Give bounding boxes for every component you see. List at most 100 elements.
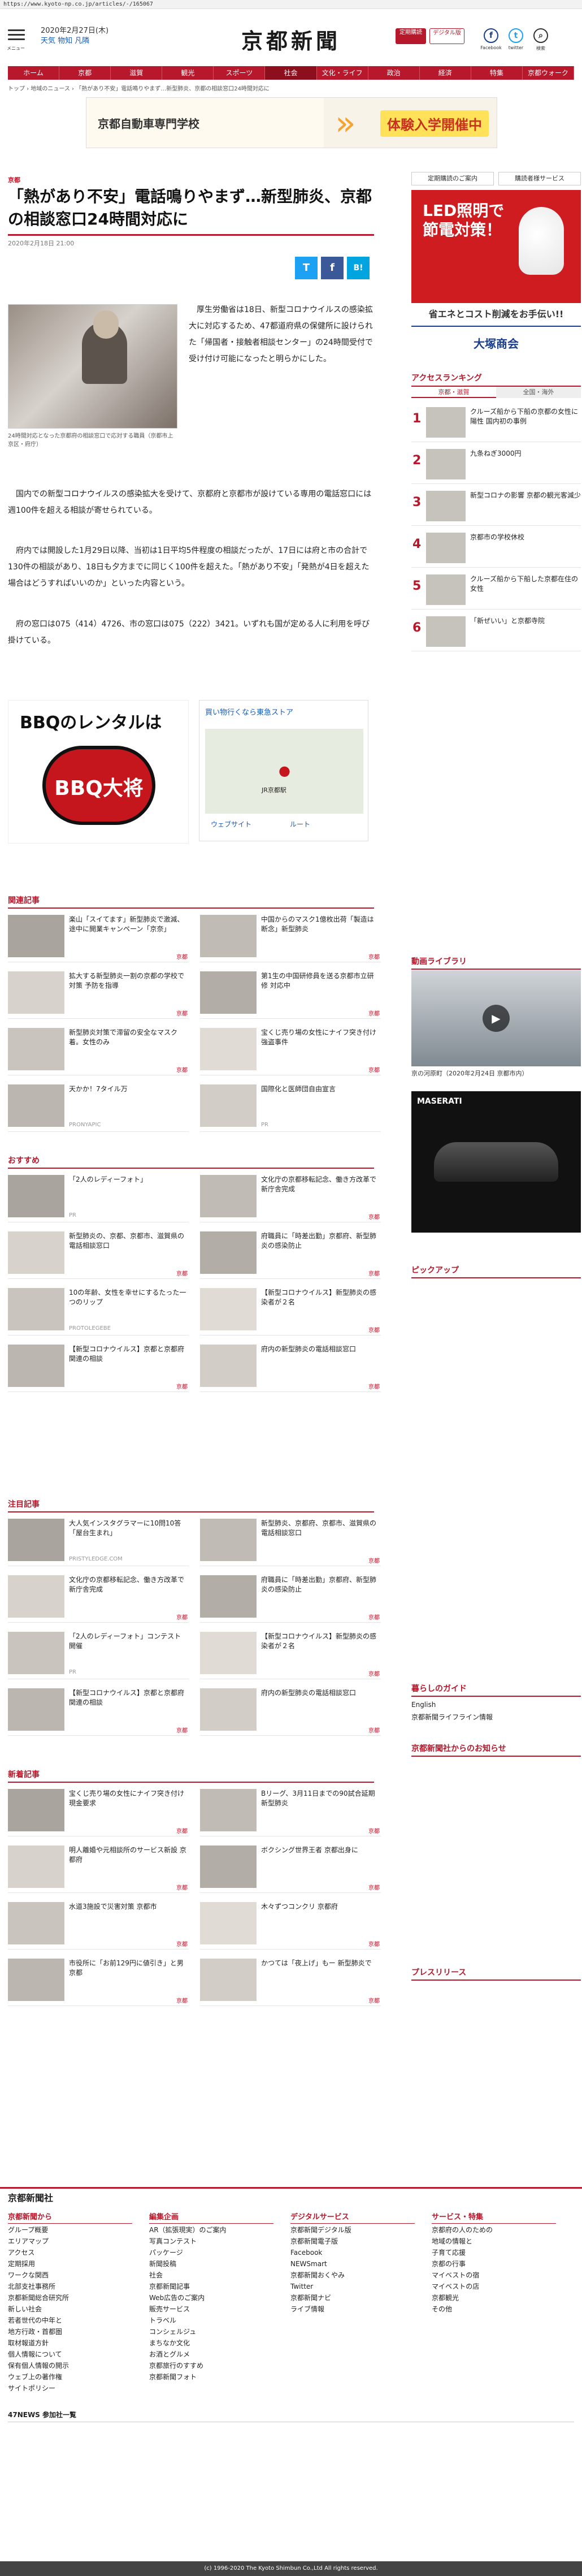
article-card[interactable]: 文化庁の京都移転記念、働き方改革で新庁舎完成 京都 bbox=[8, 1572, 189, 1623]
footer-link[interactable]: 京都新聞ナビ bbox=[290, 2292, 331, 2303]
card-title[interactable]: 宝くじ売り場の女性にナイフ突き付け現金要求 bbox=[69, 1789, 188, 1808]
card-title[interactable]: 府内の新型肺炎の電話相談窓口 bbox=[261, 1345, 380, 1354]
card-title[interactable]: Bリーグ、3月11日までの90試合延期 新型肺炎 bbox=[261, 1789, 380, 1808]
article-card[interactable]: 府職員に「時差出勤」京都府、新型肺炎の感染防止 京都 bbox=[200, 1572, 381, 1623]
footer-link[interactable]: 新しい社会 bbox=[8, 2303, 42, 2315]
footer-link[interactable]: 京都観光 bbox=[432, 2292, 459, 2303]
card-title[interactable]: 府職員に「時差出勤」京都府、新型肺炎の感染防止 bbox=[261, 1231, 380, 1251]
card-thumbnail[interactable] bbox=[8, 1345, 64, 1387]
led-sidebar-ad[interactable]: LED照明で節電対策！ 省エネとコスト削減をお手伝い!! 大塚商会 bbox=[411, 190, 581, 360]
article-card[interactable]: 新型肺炎、京都府、京都市、滋賀県の電話相談窓口 京都 bbox=[200, 1515, 381, 1566]
card-thumbnail[interactable] bbox=[200, 1959, 257, 2001]
play-icon[interactable]: ▶ bbox=[483, 1005, 510, 1032]
article-card[interactable]: 10の年齢、女性を幸せにするたった一つのリップ PROTOLEGEBE bbox=[8, 1285, 189, 1335]
card-thumbnail[interactable] bbox=[8, 1519, 64, 1561]
top-banner-ad[interactable]: 京都自動車専門学校 » 体験入学開催中 bbox=[86, 97, 497, 148]
footer-link[interactable]: その他 bbox=[432, 2303, 452, 2315]
card-thumbnail[interactable] bbox=[8, 1084, 64, 1127]
ranking-text[interactable]: 九条ねぎ3000円 bbox=[470, 449, 581, 459]
article-card[interactable]: 天かか！7タイル万 PRONYAPIC bbox=[8, 1081, 189, 1132]
footer-link[interactable]: AR（拡張現実）のご案内 bbox=[149, 2224, 227, 2236]
ranking-item[interactable]: 5 クルーズ船から下船した京都在住の女性 bbox=[411, 570, 581, 610]
article-card[interactable]: 木々ずつコンクリ 京都府 京都 bbox=[200, 1899, 381, 1950]
card-title[interactable]: 新型肺炎、京都府、京都市、滋賀県の電話相談窓口 bbox=[261, 1519, 380, 1538]
footer-link[interactable]: 社会 bbox=[149, 2270, 163, 2281]
footer-link[interactable]: 保有個人情報の開示 bbox=[8, 2360, 69, 2371]
card-thumbnail[interactable] bbox=[200, 1519, 257, 1561]
card-title[interactable]: 【新型コロナウイルス】京都と京都府関連の相談 bbox=[69, 1688, 188, 1708]
footer-link[interactable]: お酒とグルメ bbox=[149, 2349, 190, 2360]
article-card[interactable]: 府職員に「時差出勤」京都府、新型肺炎の感染防止 京都 bbox=[200, 1228, 381, 1279]
footer-link[interactable]: 北部支社事務所 bbox=[8, 2281, 55, 2292]
ranking-thumbnail[interactable] bbox=[426, 407, 466, 438]
map-ad[interactable]: 買い物行くなら東急ストア ● JR京都駅 ウェブサイト ルート bbox=[199, 700, 368, 841]
footer-link[interactable]: 地域の情報と bbox=[432, 2236, 472, 2247]
breadcrumb[interactable]: トップ › 地域のニュース › 「熱があり不安」電話鳴りやまず…新型肺炎、京都の… bbox=[8, 84, 270, 92]
footer-link[interactable]: 新聞投稿 bbox=[149, 2258, 176, 2270]
card-thumbnail[interactable] bbox=[8, 1688, 64, 1731]
site-logo[interactable]: 京都新聞 bbox=[209, 24, 373, 54]
nav-kyoto[interactable]: 京都 bbox=[59, 66, 111, 80]
card-title[interactable]: 宝くじ売り場の女性にナイフ突き付け強盗事件 bbox=[261, 1028, 380, 1047]
card-title[interactable]: かつては「夜上げ」もー 新型肺炎で bbox=[261, 1959, 380, 1968]
card-title[interactable]: ボクシング世界王者 京都出身に bbox=[261, 1845, 380, 1855]
article-card[interactable]: 【新型コロナウイルス】新型肺炎の感染者が２名 京都 bbox=[200, 1628, 381, 1679]
article-card[interactable]: 府内の新型肺炎の電話相談窓口 京都 bbox=[200, 1341, 381, 1392]
footer-link[interactable]: 京都旅行のすすめ bbox=[149, 2360, 203, 2371]
footer-link[interactable]: NEWSmart bbox=[290, 2258, 327, 2270]
footer-logo[interactable]: 京都新聞社 bbox=[8, 2190, 53, 2204]
article-photo[interactable] bbox=[8, 304, 177, 429]
card-title[interactable]: 文化庁の京都移転記念、働き方改革で新庁舎完成 bbox=[261, 1175, 380, 1194]
card-thumbnail[interactable] bbox=[200, 1789, 257, 1831]
card-title[interactable]: 第1生の中国研修員を送る京都市立研修 対応中 bbox=[261, 971, 380, 991]
article-card[interactable]: 国際化と医師団自由宣言 PR bbox=[200, 1081, 381, 1132]
article-card[interactable]: 「2人のレディーフォト」 PR bbox=[8, 1172, 189, 1222]
ranking-item[interactable]: 3 新型コロナの影響 京都の観光客減少 bbox=[411, 486, 581, 526]
footer-link[interactable]: 京都新聞記事 bbox=[149, 2281, 190, 2292]
card-title[interactable]: 新型肺炎対策で滞留の安全なマスク着。女性のみ bbox=[69, 1028, 188, 1047]
article-section[interactable]: 京都 bbox=[8, 175, 20, 184]
card-thumbnail[interactable] bbox=[200, 1902, 257, 1944]
card-title[interactable]: 水道3施設で災害対策 京都市 bbox=[69, 1902, 188, 1912]
article-card[interactable]: 宝くじ売り場の女性にナイフ突き付け現金要求 京都 bbox=[8, 1786, 189, 1836]
footer-link[interactable]: 京都新聞電子版 bbox=[290, 2236, 338, 2247]
card-title[interactable]: 楽山「スイてます」新型肺炎で激減、途中に開業キャンペーン「京奈」 bbox=[69, 915, 188, 934]
ranking-tab-local[interactable]: 京都・滋賀 bbox=[411, 387, 496, 398]
footer-link[interactable]: 取材報道方針 bbox=[8, 2337, 49, 2349]
nav-home[interactable]: ホーム bbox=[8, 66, 60, 80]
hatena-share-icon[interactable]: B! bbox=[347, 257, 370, 279]
ranking-thumbnail[interactable] bbox=[426, 449, 466, 479]
url-bar[interactable]: https://www.kyoto-np.co.jp/articles/-/16… bbox=[0, 0, 582, 9]
ranking-item[interactable]: 1 クルーズ船から下船の京都の女性に陽性 国内初の事例 bbox=[411, 403, 581, 442]
card-thumbnail[interactable] bbox=[200, 1345, 257, 1387]
card-thumbnail[interactable] bbox=[200, 1028, 257, 1070]
card-title[interactable]: 10の年齢、女性を幸せにするたった一つのリップ bbox=[69, 1288, 188, 1307]
footer-link[interactable]: ワークな関西 bbox=[8, 2270, 49, 2281]
twitter-icon[interactable]: t bbox=[509, 28, 523, 43]
website-button[interactable]: ウェブサイト bbox=[211, 819, 251, 829]
card-title[interactable]: 市役所に「お前129円に値引き」と男 京都 bbox=[69, 1959, 188, 1978]
card-thumbnail[interactable] bbox=[200, 1231, 257, 1274]
card-title[interactable]: 天かか！7タイル万 bbox=[69, 1084, 188, 1094]
footer-link[interactable]: 子育て応援 bbox=[432, 2247, 466, 2258]
footer-link[interactable]: マイベストの宿 bbox=[432, 2270, 479, 2281]
article-card[interactable]: 水道3施設で災害対策 京都市 京都 bbox=[8, 1899, 189, 1950]
card-title[interactable]: 明人離婚や元相談所のサービス新設 京都府 bbox=[69, 1845, 188, 1865]
footer-link[interactable]: ライブ情報 bbox=[290, 2303, 324, 2315]
ranking-text[interactable]: クルーズ船から下船した京都在住の女性 bbox=[470, 574, 581, 594]
article-card[interactable]: かつては「夜上げ」もー 新型肺炎で 京都 bbox=[200, 1955, 381, 2006]
nav-politics[interactable]: 政治 bbox=[368, 66, 420, 80]
nav-society[interactable]: 社会 bbox=[265, 66, 317, 80]
footer-link[interactable]: Facebook bbox=[290, 2247, 322, 2258]
ranking-thumbnail[interactable] bbox=[426, 533, 466, 563]
card-title[interactable]: 【新型コロナウイルス】新型肺炎の感染者が２名 bbox=[261, 1632, 380, 1651]
route-button[interactable]: ルート bbox=[290, 819, 310, 829]
article-card[interactable]: 市役所に「お前129円に値引き」と男 京都 京都 bbox=[8, 1955, 189, 2006]
facebook-icon[interactable]: f bbox=[484, 28, 498, 43]
nav-walk[interactable]: 京都ウォーク bbox=[523, 66, 575, 80]
subscriber-service-link[interactable]: 購読者様サービス bbox=[498, 172, 581, 185]
article-card[interactable]: 大人気インスタグラマーに10問10答「屋台生まれ」 PRISTYLEDGE.COM bbox=[8, 1515, 189, 1566]
card-thumbnail[interactable] bbox=[200, 1688, 257, 1731]
map-image[interactable]: ● JR京都駅 bbox=[205, 729, 363, 814]
nav-culture[interactable]: 文化・ライフ bbox=[317, 66, 368, 80]
